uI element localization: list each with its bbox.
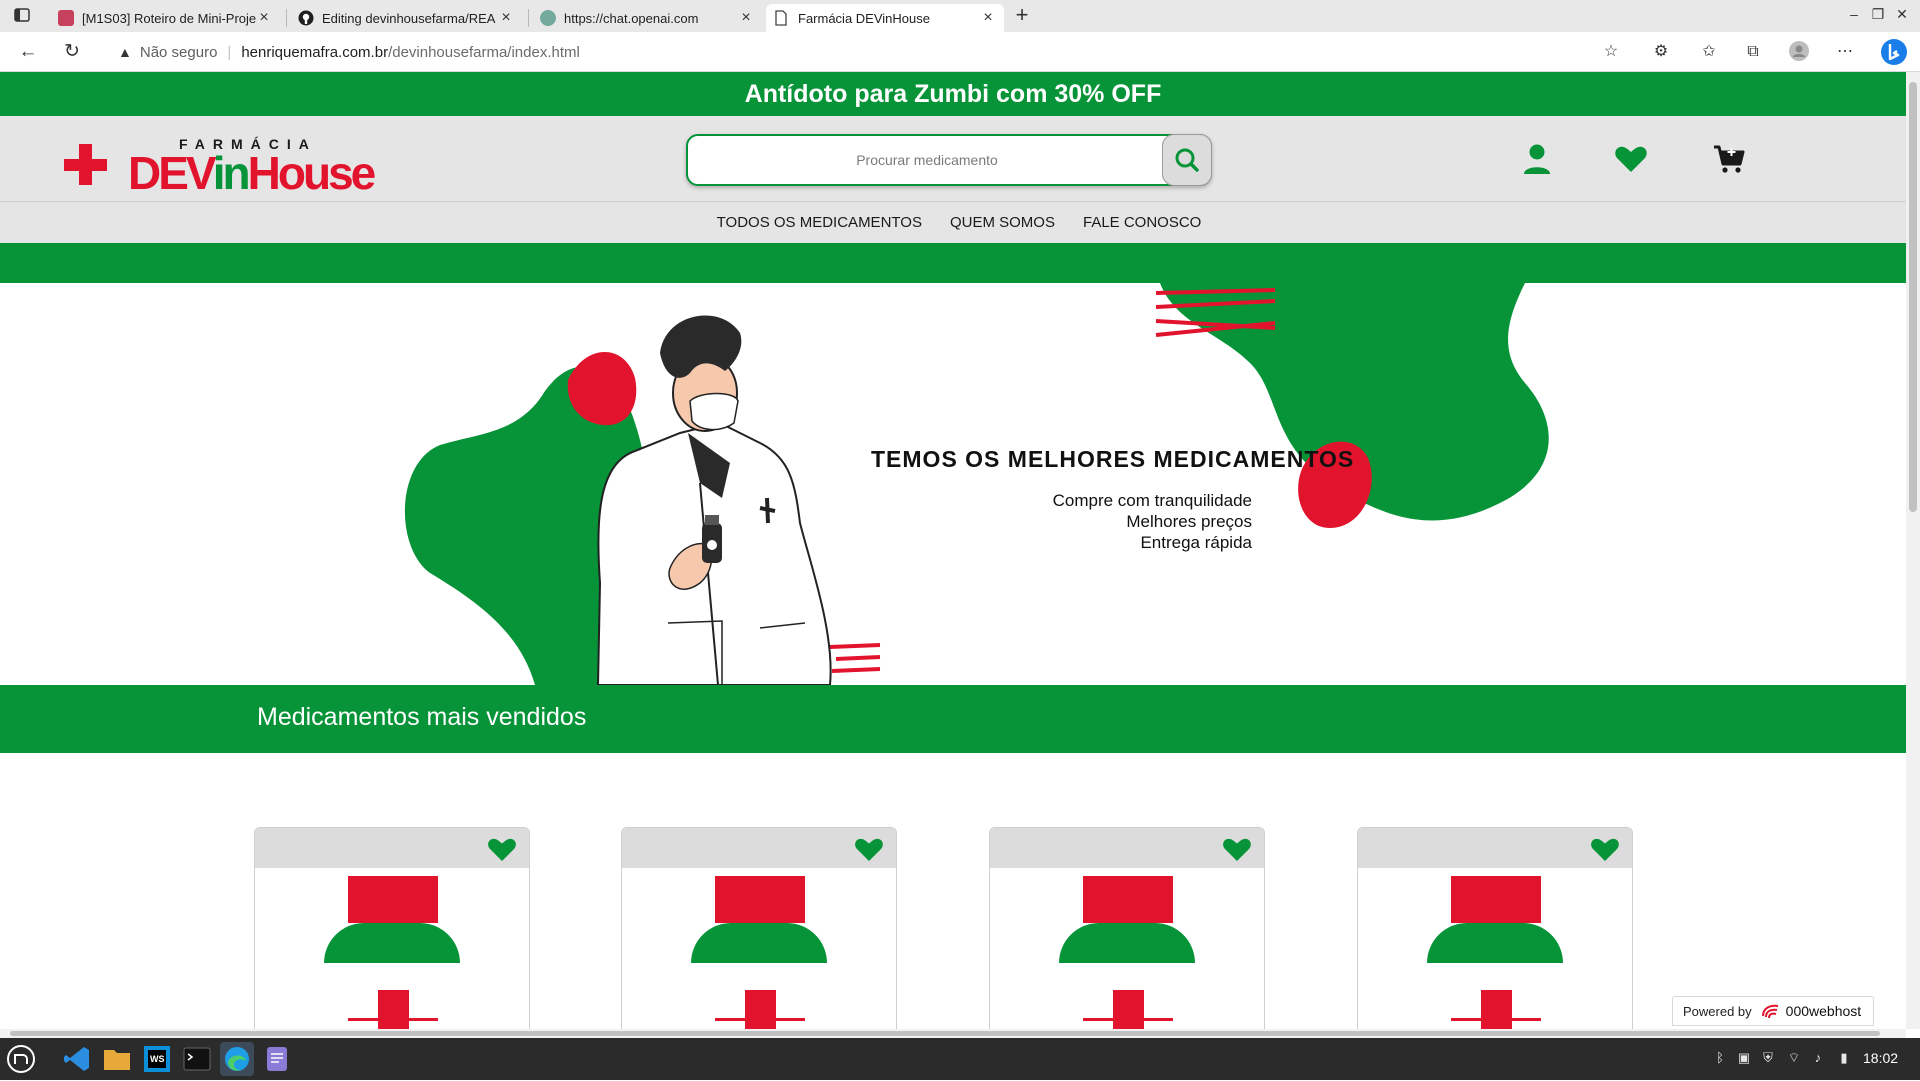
chatgpt-icon — [540, 10, 556, 26]
search-button[interactable] — [1162, 134, 1212, 186]
favorite-heart-icon[interactable] — [1222, 835, 1252, 863]
page-icon — [774, 10, 790, 26]
nav-contact[interactable]: FALE CONOSCO — [1083, 214, 1201, 231]
page-viewport: Antídoto para Zumbi com 30% OFF FARMÁCIA… — [0, 72, 1906, 1029]
extensions-icon[interactable]: ⚙ — [1650, 41, 1672, 63]
collections-icon[interactable]: ⧉ — [1742, 41, 1764, 63]
product-card[interactable] — [989, 827, 1265, 1029]
cart-icon[interactable] — [1712, 142, 1746, 176]
browser-tab-bar: [M1S03] Roteiro de Mini-Proje × Editing … — [0, 0, 1920, 32]
horizontal-scrollbar[interactable] — [0, 1029, 1906, 1038]
profile-icon[interactable] — [1788, 41, 1810, 63]
nav-about-us[interactable]: QUEM SOMOS — [950, 214, 1055, 231]
best-sellers-title: Medicamentos mais vendidos — [257, 703, 587, 731]
volume-icon[interactable]: ♪ — [1810, 1050, 1826, 1066]
bing-icon[interactable] — [1880, 38, 1908, 66]
best-sellers-bar: Medicamentos mais vendidos — [0, 685, 1906, 753]
account-icon[interactable] — [1520, 142, 1554, 176]
product-card[interactable] — [1357, 827, 1633, 1029]
hero-line: Melhores preços — [1126, 512, 1252, 531]
nav-all-medicines[interactable]: TODOS OS MEDICAMENTOS — [717, 214, 922, 231]
new-tab-button[interactable]: + — [1012, 2, 1032, 28]
product-card[interactable] — [254, 827, 530, 1029]
file-manager-icon[interactable] — [100, 1042, 134, 1076]
security-label[interactable]: Não seguro — [140, 44, 218, 61]
terminal-icon[interactable] — [180, 1042, 214, 1076]
address-bar[interactable]: ▲ Não seguro | henriquemafra.com.br /dev… — [104, 36, 1628, 68]
url-path: /devinhousefarma/index.html — [388, 43, 580, 61]
tab-actions-button[interactable] — [14, 8, 32, 24]
reload-button[interactable]: ↻ — [60, 40, 84, 64]
scroll-thumb[interactable] — [10, 1031, 1880, 1036]
scroll-thumb[interactable] — [1909, 82, 1917, 512]
search-box — [686, 134, 1212, 186]
close-tab-icon[interactable]: × — [498, 9, 514, 27]
github-icon — [298, 10, 314, 26]
favorite-heart-icon[interactable] — [1590, 835, 1620, 863]
tab-chatgpt[interactable]: https://chat.openai.com × — [532, 4, 762, 32]
search-input[interactable] — [688, 136, 1166, 184]
os-taskbar: WS ᛒ ▣ ⛨ ⌔ ♪ ▮ 18:02 — [0, 1038, 1920, 1080]
minimize-button[interactable]: – — [1844, 6, 1864, 22]
site-nav: TODOS OS MEDICAMENTOS QUEM SOMOS FALE CO… — [0, 202, 1906, 243]
product-grid — [0, 753, 1906, 1029]
product-image — [348, 876, 438, 923]
warning-icon: ▲ — [118, 44, 132, 60]
shield-icon[interactable]: ⛨ — [1760, 1050, 1776, 1066]
favorites-heart-icon[interactable] — [1614, 142, 1648, 176]
tab-farmacia[interactable]: Farmácia DEVinHouse × — [766, 4, 1004, 32]
hero-illustration — [404, 283, 1549, 685]
webhost-logo-icon — [1761, 1004, 1778, 1019]
product-image — [715, 876, 805, 923]
favorite-heart-icon[interactable] — [487, 835, 517, 863]
green-band — [0, 243, 1906, 283]
search-icon — [1175, 148, 1199, 172]
close-tab-icon[interactable]: × — [980, 9, 996, 27]
powered-by-badge[interactable]: Powered by 000webhost — [1672, 996, 1874, 1026]
site-header: FARMÁCIA DEVinHouse — [0, 116, 1906, 202]
vscode-icon[interactable] — [60, 1042, 94, 1076]
close-tab-icon[interactable]: × — [256, 9, 272, 27]
edge-icon[interactable] — [220, 1042, 254, 1076]
hero-line: Entrega rápida — [1140, 533, 1252, 552]
close-tab-icon[interactable]: × — [738, 9, 754, 27]
product-card[interactable] — [621, 827, 897, 1029]
clock[interactable]: 18:02 — [1863, 1050, 1898, 1066]
clipboard-icon[interactable]: ▣ — [1736, 1050, 1752, 1066]
url-host: henriquemafra.com.br — [241, 43, 389, 61]
tab-trello[interactable]: [M1S03] Roteiro de Mini-Proje × — [50, 4, 280, 32]
text-editor-icon[interactable] — [260, 1042, 294, 1076]
hero-banner: TEMOS OS MELHORES MEDICAMENTOS Compre co… — [0, 283, 1906, 685]
product-image — [1083, 876, 1173, 923]
tab-github[interactable]: Editing devinhousefarma/REA × — [290, 4, 522, 32]
vertical-scrollbar[interactable] — [1906, 72, 1920, 1029]
product-image — [1451, 876, 1541, 923]
svg-text:WS: WS — [150, 1054, 165, 1064]
more-menu-icon[interactable]: ⋯ — [1834, 41, 1856, 63]
favorite-heart-icon[interactable] — [854, 835, 884, 863]
favorites-icon[interactable]: ✩ — [1698, 41, 1720, 63]
hero-heading: TEMOS OS MELHORES MEDICAMENTOS — [871, 446, 1355, 472]
favorite-star-icon[interactable]: ☆ — [1600, 41, 1622, 63]
promo-banner[interactable]: Antídoto para Zumbi com 30% OFF — [0, 72, 1906, 116]
wifi-icon[interactable]: ⌔ — [1786, 1050, 1802, 1066]
back-button[interactable]: ← — [16, 40, 40, 64]
trello-icon — [58, 10, 74, 26]
mint-menu-icon[interactable] — [4, 1042, 38, 1076]
close-window-button[interactable]: ✕ — [1892, 6, 1912, 23]
battery-icon[interactable]: ▮ — [1836, 1050, 1852, 1066]
webstorm-icon[interactable]: WS — [140, 1042, 174, 1076]
hero-line: Compre com tranquilidade — [1052, 491, 1252, 510]
browser-toolbar: ← ↻ ▲ Não seguro | henriquemafra.com.br … — [0, 32, 1920, 72]
bluetooth-icon[interactable]: ᛒ — [1712, 1050, 1728, 1066]
restore-button[interactable]: ❐ — [1868, 6, 1888, 23]
site-logo[interactable]: FARMÁCIA DEVinHouse — [62, 136, 382, 199]
